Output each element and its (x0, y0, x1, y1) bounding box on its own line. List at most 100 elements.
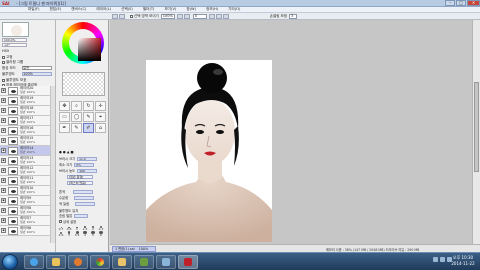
taskbar-app-icon[interactable] (134, 255, 154, 269)
zoom-in-button[interactable] (183, 13, 190, 19)
menu-layer[interactable]: 레이어(L) (96, 7, 111, 12)
taskbar-sai-icon[interactable] (178, 255, 198, 269)
taskbar-chrome-icon[interactable] (90, 255, 110, 269)
navigator-angle-field[interactable]: +0° (2, 43, 27, 47)
flip-button[interactable] (222, 13, 229, 19)
tray-network-icon[interactable] (433, 257, 438, 262)
close-button[interactable]: ✕ (467, 0, 480, 6)
tray-volume-icon[interactable] (440, 257, 445, 262)
blend-mode-select[interactable]: 일반 (22, 66, 52, 70)
density-slider[interactable]: 100 (77, 168, 98, 173)
taskbar-folder-icon[interactable] (112, 255, 132, 269)
eye-icon[interactable]: ◉ (1, 88, 6, 93)
layer-row[interactable]: ◉ 레이어16 일반 100% (0, 126, 55, 136)
eye-icon[interactable]: ◉ (1, 168, 6, 173)
layer-row[interactable]: ◉ 레이어19 일반 100% (0, 96, 55, 106)
brush-size-preset[interactable]: 2.6 (57, 231, 65, 237)
drawing-canvas[interactable] (146, 60, 272, 242)
menu-canvas[interactable]: 캔버스(C) (71, 7, 86, 12)
layer-row[interactable]: ◉ 레이어10 일반 100% (0, 186, 55, 196)
layer-row[interactable]: ◉ 레이어14 일반 100% (0, 146, 55, 156)
airbrush-tool[interactable]: ⌖ (95, 112, 106, 122)
menu-other[interactable]: 기타(O) (228, 7, 240, 12)
layer-row[interactable]: ◉ 레이어6 일반 100% (0, 226, 55, 236)
clipping-group-toggle[interactable]: 클리핑 그룹 (2, 60, 23, 65)
pencil-tool[interactable]: ✎ (71, 123, 82, 133)
detail-settings-checkbox[interactable] (59, 220, 62, 223)
eye-icon[interactable]: ◉ (1, 148, 6, 153)
move-tool[interactable]: ✥ (59, 101, 70, 111)
brush-tool[interactable]: ✒ (59, 123, 70, 133)
zoom-field[interactable]: 100% (160, 13, 175, 19)
hand-tool[interactable]: ✛ (95, 101, 106, 111)
color-swatches[interactable] (62, 72, 105, 96)
stabilizer-field[interactable]: 3 (288, 13, 297, 19)
pen-tool[interactable]: ✎ (83, 112, 94, 122)
deselect-button[interactable] (112, 13, 118, 19)
zoom-tool[interactable]: ⌕ (71, 101, 82, 111)
eye-icon[interactable]: ◉ (1, 108, 6, 113)
lasso-tool[interactable]: ◯ (71, 112, 82, 122)
show-selection-checkbox[interactable] (130, 14, 133, 18)
min-size-slider[interactable]: 0% (74, 162, 95, 167)
brush-size-preset[interactable]: 4 (81, 231, 89, 237)
navigator-zoom-field[interactable]: 100.0% (2, 38, 27, 42)
brush-size-preset[interactable]: 3.5 (73, 231, 81, 237)
rotate-right-button[interactable] (215, 13, 222, 19)
lock-checkbox[interactable] (2, 55, 5, 59)
layer-row[interactable]: ◉ 레이어18 일반 100% (0, 106, 55, 116)
menu-edit[interactable]: 편집(E) (49, 7, 61, 12)
blend-slider[interactable] (73, 189, 94, 194)
rotate-left-button[interactable] (208, 13, 215, 19)
opacity-slider[interactable]: 100% (22, 72, 52, 76)
start-button[interactable] (2, 254, 18, 270)
protect-opacity-checkbox[interactable] (2, 78, 5, 82)
edge-mode-icons[interactable]: ● ● ▲ ■ (59, 150, 74, 154)
menu-file[interactable]: 파일(F) (28, 7, 39, 12)
brush-size-slider[interactable]: x1.0 (77, 156, 98, 161)
layer-row[interactable]: ◉ 레이어17 일반 100% (0, 116, 55, 126)
bucket-tool[interactable]: ⌂ (95, 123, 106, 133)
layer-row[interactable]: ◉ 레이어20 일반 100% (0, 86, 55, 96)
eye-icon[interactable]: ◉ (1, 178, 6, 183)
brush-size-preset[interactable]: 5 (89, 231, 97, 237)
layer-row[interactable]: ◉ 레이어8 일반 100% (0, 206, 55, 216)
rotate-tool[interactable]: ↻ (83, 101, 94, 111)
layer-row[interactable]: ◉ 레이어7 일반 100% (0, 216, 55, 226)
eye-icon[interactable]: ◉ (1, 208, 6, 213)
color-wheel[interactable] (62, 22, 104, 64)
watercolor-tool[interactable]: ✐ (83, 123, 94, 133)
eye-icon[interactable]: ◉ (1, 188, 6, 193)
eye-icon[interactable]: ◉ (1, 228, 6, 233)
taskbar-ie-icon[interactable] (24, 255, 44, 269)
menu-window[interactable]: 창(W) (186, 7, 196, 12)
navigator-preview[interactable] (2, 22, 29, 37)
menu-filter[interactable]: 필터(T) (143, 7, 155, 12)
detail-settings-row[interactable]: 상세 설정 (59, 219, 76, 224)
taskbar-clock[interactable]: 오후 10:30 2014-11-22 (450, 255, 476, 267)
eye-icon[interactable]: ◉ (1, 198, 6, 203)
color-extend-slider[interactable] (75, 201, 96, 206)
taskbar-viewer-icon[interactable] (156, 255, 176, 269)
rect-select-tool[interactable]: ▭ (59, 112, 70, 122)
layer-list-scrollbar[interactable] (50, 86, 55, 243)
texture-select[interactable]: [텍스처 없음] (67, 181, 93, 185)
maximize-button[interactable]: □ (456, 0, 466, 6)
edge-shape-select[interactable]: [일반 원형] (67, 175, 93, 179)
taskbar-media-icon[interactable] (68, 255, 88, 269)
canvas-scroll-thumb[interactable] (474, 82, 479, 172)
invert-selection-button[interactable] (119, 13, 125, 19)
layer-row[interactable]: ◉ 레이어9 일반 100% (0, 196, 55, 206)
menu-info[interactable]: 정보(H) (206, 7, 218, 12)
taskbar-explorer-icon[interactable] (46, 255, 66, 269)
zoom-out-button[interactable] (176, 13, 183, 19)
rotate-field[interactable]: 0 (192, 13, 207, 19)
clipping-group-checkbox[interactable] (2, 60, 5, 64)
eye-icon[interactable]: ◉ (1, 158, 6, 163)
show-selection-toggle[interactable]: 선택 영역 보이기 (130, 14, 159, 19)
layer-row[interactable]: ◉ 레이어12 일반 100% (0, 166, 55, 176)
blur-pressure-slider[interactable] (74, 213, 89, 218)
brush-size-preset[interactable]: 6 (97, 231, 105, 237)
eye-icon[interactable]: ◉ (1, 128, 6, 133)
menu-view[interactable]: 보기(V) (164, 7, 176, 12)
